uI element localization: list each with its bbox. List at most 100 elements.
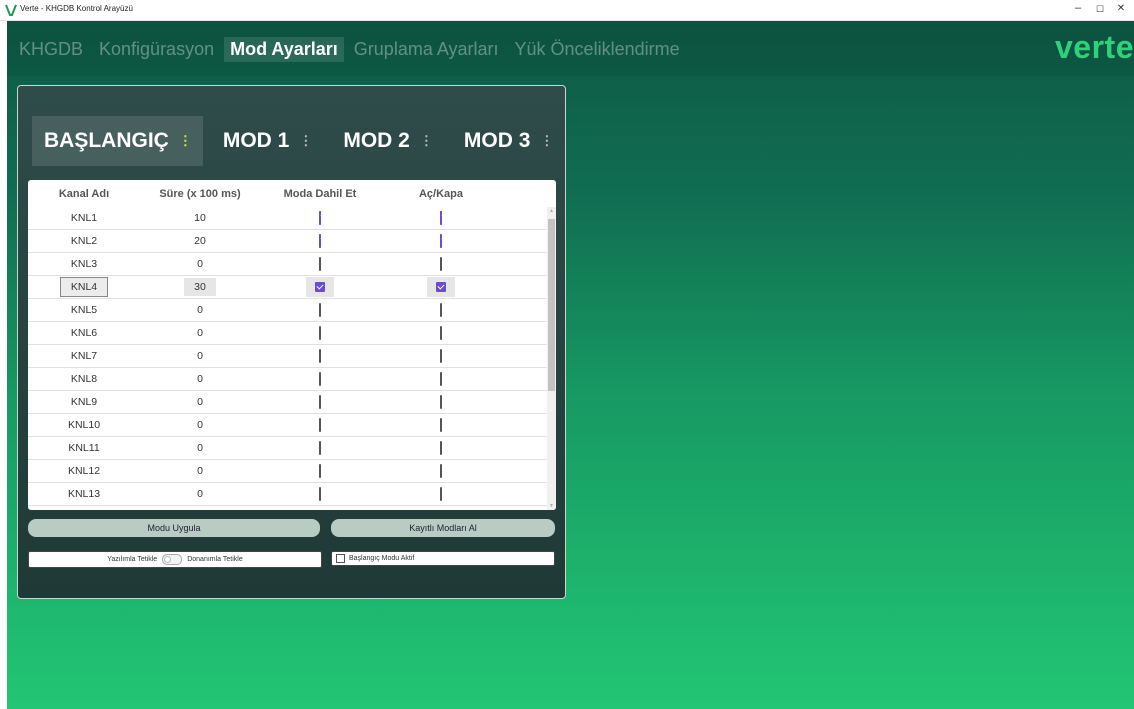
cell-kanal-adi[interactable]: KNL2 [28, 235, 140, 247]
cell-sure[interactable]: 30 [140, 278, 260, 296]
header-kanal-adi[interactable]: Kanal Adı [28, 188, 140, 200]
kebab-menu-icon[interactable]: ⋮ [420, 133, 433, 149]
on-off-checkbox[interactable] [440, 234, 442, 248]
cell-kanal-adi[interactable]: KNL13 [28, 488, 140, 500]
cell-ac-kapa [380, 372, 502, 386]
on-off-checkbox[interactable] [440, 418, 442, 432]
cell-sure[interactable]: 0 [140, 350, 260, 362]
table-row[interactable]: KNL7 0 [28, 345, 548, 368]
on-off-checkbox[interactable] [440, 349, 442, 363]
on-off-checkbox[interactable] [440, 303, 442, 317]
header-ac-kapa[interactable]: Aç/Kapa [380, 188, 502, 200]
on-off-checkbox[interactable] [440, 464, 442, 478]
nav-mod-ayarlari[interactable]: Mod Ayarları [224, 36, 344, 62]
on-off-checkbox[interactable] [440, 395, 442, 409]
table-row[interactable]: KNL13 0 [28, 483, 548, 506]
on-off-checkbox[interactable] [440, 372, 442, 386]
cell-kanal-adi[interactable]: KNL4 [28, 277, 140, 297]
on-off-checkbox[interactable] [440, 257, 442, 271]
include-in-mode-checkbox[interactable] [319, 464, 321, 478]
cell-sure[interactable]: 0 [140, 465, 260, 477]
table-row[interactable]: KNL11 0 [28, 437, 548, 460]
on-off-checkbox[interactable] [436, 282, 446, 292]
table-row[interactable]: KNL3 0 [28, 253, 548, 276]
cell-kanal-adi[interactable]: KNL8 [28, 373, 140, 385]
trigger-toggle-switch[interactable] [162, 554, 183, 565]
include-in-mode-checkbox[interactable] [319, 372, 321, 386]
cell-moda-dahil-et [260, 349, 380, 363]
nav-gruplama-ayarlari[interactable]: Gruplama Ayarları [348, 37, 505, 62]
duration-value: 0 [197, 373, 203, 385]
nav-konfigurasyon[interactable]: Konfigürasyon [93, 37, 220, 62]
include-in-mode-checkbox[interactable] [319, 487, 321, 501]
cell-kanal-adi[interactable]: KNL1 [28, 212, 140, 224]
cell-kanal-adi[interactable]: KNL5 [28, 304, 140, 316]
channel-name: KNL7 [70, 350, 98, 362]
cell-sure[interactable]: 20 [140, 235, 260, 247]
duration-value: 0 [197, 442, 203, 454]
cell-sure[interactable]: 0 [140, 327, 260, 339]
scrollbar-thumb[interactable] [548, 219, 555, 391]
tab-mod-2[interactable]: MOD 2 ⋮ [331, 116, 444, 166]
on-off-checkbox[interactable] [440, 487, 442, 501]
cell-sure[interactable]: 10 [140, 212, 260, 224]
fetch-saved-modes-button[interactable]: Kayıtlı Modları Al [331, 519, 555, 537]
cell-sure[interactable]: 0 [140, 442, 260, 454]
table-row[interactable]: KNL10 0 [28, 414, 548, 437]
cell-sure[interactable]: 0 [140, 258, 260, 270]
include-in-mode-checkbox[interactable] [319, 211, 321, 225]
table-row[interactable]: KNL8 0 [28, 368, 548, 391]
cell-kanal-adi[interactable]: KNL11 [28, 442, 140, 454]
maximize-button[interactable]: ☐ [1090, 4, 1110, 15]
table-row[interactable]: KNL110 [28, 207, 548, 230]
cell-sure[interactable]: 0 [140, 419, 260, 431]
cell-kanal-adi[interactable]: KNL6 [28, 327, 140, 339]
include-in-mode-checkbox[interactable] [319, 257, 321, 271]
include-in-mode-checkbox[interactable] [319, 395, 321, 409]
include-in-mode-checkbox[interactable] [319, 234, 321, 248]
cell-moda-dahil-et [260, 234, 380, 248]
table-row[interactable]: KNL12 0 [28, 460, 548, 483]
table-row[interactable]: KNL4 30 [28, 276, 548, 299]
table-row[interactable]: KNL9 0 [28, 391, 548, 414]
cell-kanal-adi[interactable]: KNL10 [28, 419, 140, 431]
nav-khgdb[interactable]: KHGDB [13, 37, 89, 62]
cell-kanal-adi[interactable]: KNL9 [28, 396, 140, 408]
tab-mod-1[interactable]: MOD 1 ⋮ [211, 116, 324, 166]
apply-mode-button[interactable]: Modu Uygula [28, 519, 320, 537]
cell-sure[interactable]: 0 [140, 373, 260, 385]
table-row[interactable]: KNL2 20 [28, 230, 548, 253]
on-off-checkbox[interactable] [440, 211, 442, 225]
cell-kanal-adi[interactable]: KNL7 [28, 350, 140, 362]
kebab-menu-icon[interactable]: ⋮ [179, 133, 192, 149]
cell-sure[interactable]: 0 [140, 304, 260, 316]
scroll-up-icon[interactable]: ▲ [548, 208, 555, 214]
close-button[interactable]: ✕ [1111, 3, 1131, 14]
include-in-mode-checkbox[interactable] [319, 418, 321, 432]
table-row[interactable]: KNL5 0 [28, 299, 548, 322]
tab-mod-3[interactable]: MOD 3 ⋮ [452, 116, 565, 166]
on-off-checkbox[interactable] [440, 441, 442, 455]
scroll-down-icon[interactable]: ▼ [548, 503, 555, 509]
cell-sure[interactable]: 0 [140, 488, 260, 500]
cell-kanal-adi[interactable]: KNL3 [28, 258, 140, 270]
include-in-mode-checkbox[interactable] [319, 441, 321, 455]
minimize-button[interactable]: – [1068, 2, 1088, 14]
tab-baslangic[interactable]: BAŞLANGIÇ ⋮ [32, 116, 203, 166]
nav-yuk-onceliklendirme[interactable]: Yük Önceliklendirme [509, 37, 686, 62]
kebab-menu-icon[interactable]: ⋮ [540, 133, 553, 149]
include-in-mode-checkbox[interactable] [315, 282, 325, 292]
start-mode-checkbox[interactable] [336, 554, 345, 563]
cell-kanal-adi[interactable]: KNL12 [28, 465, 140, 477]
on-off-checkbox[interactable] [440, 326, 442, 340]
table-row[interactable]: KNL6 0 [28, 322, 548, 345]
include-in-mode-checkbox[interactable] [319, 326, 321, 340]
header-moda-dahil-et[interactable]: Moda Dahil Et [260, 188, 380, 200]
include-in-mode-checkbox[interactable] [319, 349, 321, 363]
header-sure[interactable]: Süre (x 100 ms) [140, 188, 260, 200]
table-scrollbar[interactable]: ▲ ▼ [547, 207, 556, 510]
kebab-menu-icon[interactable]: ⋮ [299, 133, 312, 149]
include-in-mode-checkbox[interactable] [319, 303, 321, 317]
table-header: Kanal Adı Süre (x 100 ms) Moda Dahil Et … [28, 180, 548, 207]
cell-sure[interactable]: 0 [140, 396, 260, 408]
